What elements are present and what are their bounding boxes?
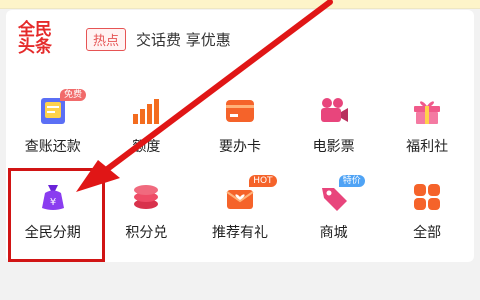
movie-camera-icon (320, 98, 348, 122)
grid-row-1: 免费 查账还款 额度 要办卡 电影票 福利社 (6, 88, 474, 174)
credit-card-icon (225, 100, 254, 122)
bar-chart-icon (133, 99, 160, 124)
badge-free: 免费 (60, 89, 87, 101)
service-label: 积分兑 (125, 225, 168, 241)
news-ticker[interactable]: 全民 头条 热点 交话费 享优惠 (18, 16, 231, 62)
hot-tag: 热点 (86, 27, 127, 51)
gift-icon (414, 101, 441, 124)
service-credit-limit[interactable]: 额度 (100, 88, 194, 174)
grid-squares-icon (414, 184, 441, 210)
headline-logo: 全民 头条 (18, 19, 74, 59)
service-movie-tickets[interactable]: 电影票 (287, 88, 381, 174)
service-all[interactable]: 全部 (380, 174, 474, 264)
badge-special: 特价 (338, 175, 365, 187)
coin-stack-icon (134, 185, 159, 209)
highlight-box (8, 168, 105, 262)
service-query-repay[interactable]: 免费 查账还款 (6, 88, 100, 174)
service-label: 推荐有礼 (211, 225, 268, 241)
service-label: 额度 (132, 139, 161, 155)
service-label: 福利社 (406, 139, 449, 155)
service-welfare[interactable]: 福利社 (380, 88, 474, 174)
service-label: 全部 (413, 225, 442, 241)
logo-line2: 头条 (18, 37, 52, 57)
service-mall[interactable]: 特价 商城 (287, 174, 381, 264)
service-label: 要办卡 (218, 139, 261, 155)
service-label: 电影票 (312, 139, 355, 155)
service-referral[interactable]: HOT 推荐有礼 (193, 174, 287, 264)
badge-hot: HOT (249, 175, 277, 187)
service-label: 查账还款 (24, 139, 81, 155)
top-banner (0, 0, 480, 9)
service-label: 商城 (319, 225, 348, 241)
news-headline[interactable]: 交话费 享优惠 (136, 29, 231, 50)
service-points-redeem[interactable]: 积分兑 (100, 174, 194, 264)
service-apply-card[interactable]: 要办卡 (193, 88, 287, 174)
